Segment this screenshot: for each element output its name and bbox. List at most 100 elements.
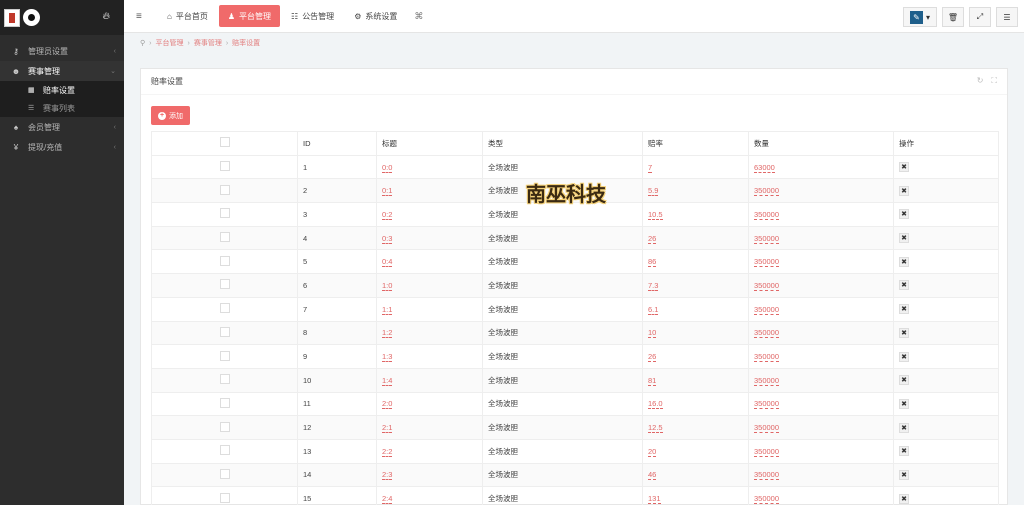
editable-odds[interactable]: 20 (648, 446, 657, 457)
row-checkbox[interactable] (219, 279, 230, 290)
delete-button[interactable]: ✖ (899, 280, 909, 291)
fullscreen-button[interactable]: ⤢ (969, 7, 991, 27)
editable-title[interactable]: 1:3 (382, 352, 393, 363)
column-header-type[interactable]: 类型 (482, 131, 643, 156)
editable-quantity[interactable]: 350000 (754, 375, 780, 386)
editable-quantity[interactable]: 350000 (754, 446, 780, 457)
editable-quantity[interactable]: 350000 (754, 399, 780, 410)
row-checkbox[interactable] (219, 208, 230, 219)
editable-quantity[interactable]: 350000 (754, 352, 780, 363)
hamburger-menu-icon[interactable]: ≡ (136, 11, 156, 22)
editable-odds[interactable]: 16.0 (648, 399, 663, 410)
qrcode-icon[interactable]: ⌘ (414, 11, 423, 22)
row-checkbox[interactable] (219, 468, 230, 479)
delete-button[interactable]: ✖ (899, 209, 909, 220)
editable-title[interactable]: 2:0 (382, 399, 393, 410)
editable-quantity[interactable]: 350000 (754, 280, 780, 291)
editable-title[interactable]: 2:2 (382, 446, 393, 457)
editable-odds[interactable]: 46 (648, 470, 657, 481)
fire-icon[interactable]: 🔥︎ (103, 11, 110, 22)
row-checkbox[interactable] (219, 350, 230, 361)
breadcrumb-item[interactable]: 赛事管理 (194, 38, 222, 48)
sidebar-item-withdraw-recharge[interactable]: ¥ 提现/充值 ‹ (0, 137, 124, 157)
editable-odds[interactable]: 131 (648, 494, 661, 505)
row-checkbox[interactable] (219, 232, 230, 243)
select-all-checkbox[interactable] (219, 137, 230, 148)
column-header-quantity[interactable]: 数量 (748, 131, 894, 156)
delete-button[interactable]: ✖ (899, 469, 909, 480)
sidebar-subitem-match-list[interactable]: ☰ 赛事列表 (0, 99, 124, 117)
add-button[interactable]: + 添加 (151, 106, 190, 125)
delete-button[interactable]: ✖ (899, 422, 909, 433)
editable-quantity[interactable]: 350000 (754, 209, 780, 220)
row-checkbox[interactable] (219, 492, 230, 503)
tab-platform-home[interactable]: ⌂ 平台首页 (158, 5, 217, 27)
tab-platform-management[interactable]: ♟ 平台管理 (218, 5, 281, 27)
editable-odds[interactable]: 6.1 (648, 304, 659, 315)
row-checkbox[interactable] (219, 184, 230, 195)
delete-button[interactable]: ✖ (899, 185, 909, 196)
delete-button[interactable]: ✖ (899, 351, 909, 362)
delete-button[interactable]: ✖ (899, 256, 909, 267)
editable-title[interactable]: 1:0 (382, 280, 393, 291)
delete-button[interactable]: ✖ (899, 446, 909, 457)
editable-odds[interactable]: 81 (648, 375, 657, 386)
clear-cache-button[interactable]: 🗑︎ (942, 7, 964, 27)
editable-odds[interactable]: 5.9 (648, 186, 659, 197)
editable-quantity[interactable]: 350000 (754, 257, 780, 268)
editable-title[interactable]: 0:3 (382, 233, 393, 244)
sidebar-item-member-management[interactable]: ♠ 会员管理 ‹ (0, 117, 124, 137)
row-checkbox[interactable] (219, 374, 230, 385)
sidebar-subitem-odds-settings[interactable]: ▦ 赔率设置 (0, 81, 124, 99)
delete-button[interactable]: ✖ (899, 304, 909, 315)
tab-system-settings[interactable]: ⚙ 系统设置 (345, 5, 406, 27)
row-checkbox[interactable] (219, 161, 230, 172)
editable-odds[interactable]: 12.5 (648, 423, 663, 434)
editable-quantity[interactable]: 350000 (754, 186, 780, 197)
theme-dropdown-button[interactable]: ✎ ▾ (903, 7, 937, 27)
editable-title[interactable]: 2:1 (382, 423, 393, 434)
row-checkbox[interactable] (219, 303, 230, 314)
editable-title[interactable]: 1:1 (382, 304, 393, 315)
editable-title[interactable]: 0:2 (382, 209, 393, 220)
row-checkbox[interactable] (219, 326, 230, 337)
editable-title[interactable]: 0:1 (382, 186, 393, 197)
refresh-icon[interactable]: ↻ (977, 76, 984, 86)
editable-quantity[interactable]: 63000 (754, 162, 775, 173)
tab-announcement-management[interactable]: ☷ 公告管理 (282, 5, 343, 27)
editable-quantity[interactable]: 350000 (754, 423, 780, 434)
breadcrumb-item[interactable]: 平台管理 (155, 38, 183, 48)
editable-quantity[interactable]: 350000 (754, 304, 780, 315)
row-checkbox[interactable] (219, 255, 230, 266)
delete-button[interactable]: ✖ (899, 162, 909, 173)
delete-button[interactable]: ✖ (899, 233, 909, 244)
column-header-title[interactable]: 标题 (376, 131, 483, 156)
column-header-odds[interactable]: 赔率 (642, 131, 749, 156)
sidebar-item-admin-settings[interactable]: ⚷ 管理员设置 ‹ (0, 41, 124, 61)
editable-title[interactable]: 2:4 (382, 494, 393, 505)
column-header-id[interactable]: ID (297, 131, 377, 156)
editable-odds[interactable]: 86 (648, 257, 657, 268)
editable-title[interactable]: 2:3 (382, 470, 393, 481)
row-checkbox[interactable] (219, 397, 230, 408)
delete-button[interactable]: ✖ (899, 398, 909, 409)
breadcrumb-item[interactable]: 赔率设置 (232, 38, 260, 48)
editable-quantity[interactable]: 350000 (754, 470, 780, 481)
delete-button[interactable]: ✖ (899, 375, 909, 386)
editable-title[interactable]: 1:4 (382, 375, 393, 386)
editable-quantity[interactable]: 350000 (754, 233, 780, 244)
sidebar-item-match-management[interactable]: ☻ 赛事管理 ⌄ (0, 61, 124, 81)
editable-odds[interactable]: 26 (648, 233, 657, 244)
editable-quantity[interactable]: 350000 (754, 328, 780, 339)
editable-title[interactable]: 1:2 (382, 328, 393, 339)
editable-quantity[interactable]: 350000 (754, 494, 780, 505)
expand-icon[interactable]: ⛶ (991, 76, 997, 86)
row-checkbox[interactable] (219, 421, 230, 432)
editable-odds[interactable]: 7.3 (648, 280, 659, 291)
editable-odds[interactable]: 26 (648, 352, 657, 363)
editable-title[interactable]: 0:0 (382, 162, 393, 173)
editable-title[interactable]: 0:4 (382, 257, 393, 268)
settings-panel-button[interactable]: ☰ (996, 7, 1018, 27)
editable-odds[interactable]: 7 (648, 162, 653, 173)
delete-button[interactable]: ✖ (899, 493, 909, 504)
